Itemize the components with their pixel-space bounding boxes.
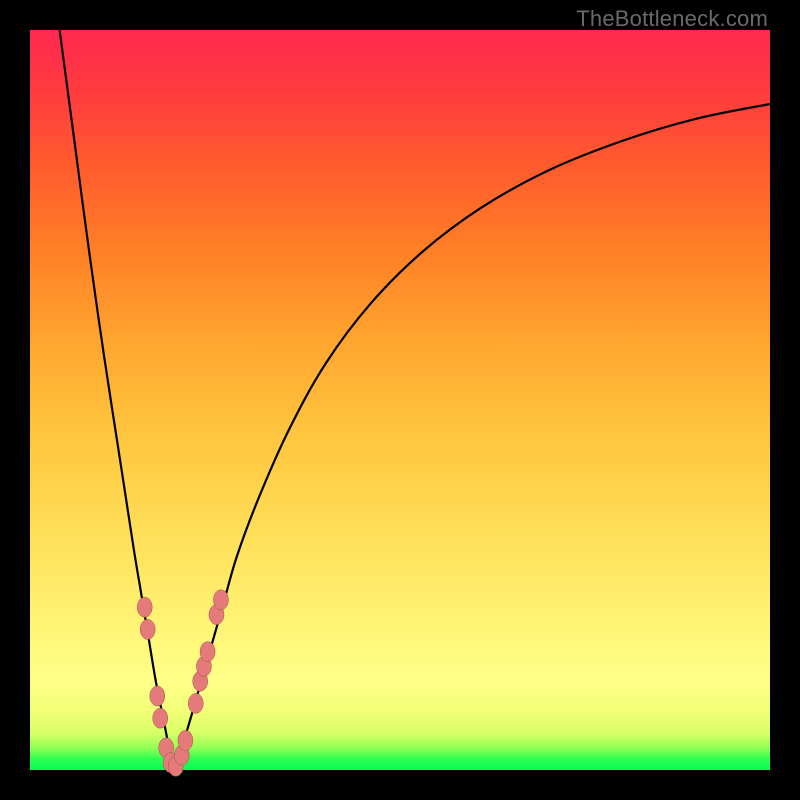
marker-point	[137, 597, 152, 617]
marker-point	[213, 590, 228, 610]
marker-point	[178, 730, 193, 750]
marker-point	[153, 708, 168, 728]
left-branch-curve	[60, 30, 175, 770]
right-branch-curve	[174, 104, 770, 770]
highlight-markers	[137, 590, 228, 777]
marker-point	[200, 642, 215, 662]
watermark-text: TheBottleneck.com	[576, 6, 768, 32]
chart-frame: TheBottleneck.com	[0, 0, 800, 800]
marker-point	[150, 686, 165, 706]
plot-area	[30, 30, 770, 770]
curve-layer	[30, 30, 770, 770]
marker-point	[188, 693, 203, 713]
marker-point	[140, 619, 155, 639]
